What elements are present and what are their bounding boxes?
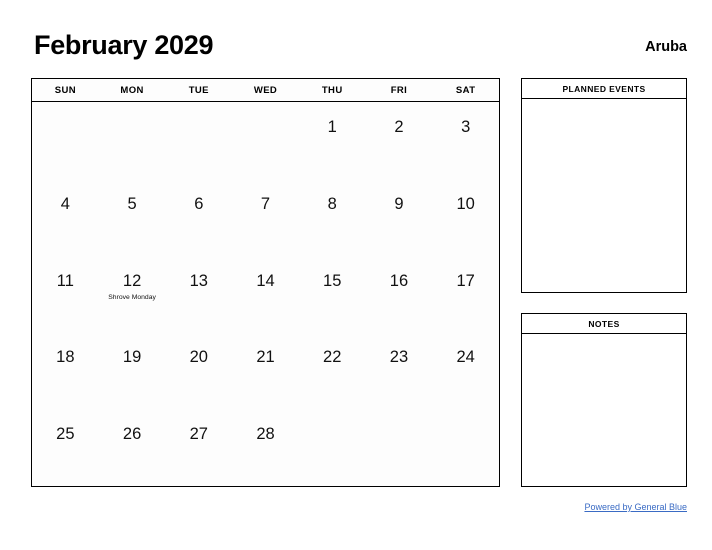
day-cell-empty: [432, 409, 499, 486]
day-number: 2: [394, 118, 404, 136]
day-number: 20: [189, 348, 208, 367]
calendar-week-row: 1 2 3: [32, 102, 499, 179]
weekday-header-sat: SAT: [455, 84, 476, 96]
weekday-header-fri: FRI: [390, 84, 408, 96]
day-cell[interactable]: 3: [432, 102, 499, 179]
day-number: 16: [389, 271, 409, 290]
planned-events-panel: PLANNED EVENTS: [521, 78, 687, 293]
calendar-week-row: 18 19 20 21 22 23 24: [32, 332, 499, 409]
day-number: 23: [389, 348, 409, 367]
weekday-header-wed: WED: [253, 84, 278, 96]
calendar-week-row: 4 5 6 7 8 9 10: [32, 179, 499, 256]
day-cell-empty: [99, 102, 166, 179]
day-number: 15: [323, 271, 342, 290]
page-title: February 2029: [34, 30, 214, 60]
weekday-header-thu: THU: [321, 84, 343, 96]
day-cell[interactable]: 23: [366, 332, 433, 409]
day-cell[interactable]: 21: [232, 332, 299, 409]
day-cell[interactable]: 11: [32, 256, 99, 333]
day-number: 21: [256, 348, 275, 367]
calendar-weeks: 1 2 3 4 5 6 7 8 9 10 11 12 Shrove Monday 13 14 15 16 17 18…: [32, 102, 499, 486]
weekday-header-tue: TUE: [188, 84, 209, 96]
day-cell-empty: [232, 102, 299, 179]
day-cell-empty: [299, 409, 366, 486]
day-cell[interactable]: 27: [165, 409, 232, 486]
day-cell-empty: [165, 102, 232, 179]
day-cell[interactable]: 4: [32, 179, 99, 256]
day-number: 22: [323, 348, 342, 367]
day-cell[interactable]: 5: [99, 179, 166, 256]
day-number: 27: [189, 425, 208, 444]
day-cell[interactable]: 16: [366, 256, 433, 333]
page-footer: Powered by General Blue: [31, 497, 687, 515]
day-cell[interactable]: 26: [99, 409, 166, 486]
notes-panel: NOTES: [521, 313, 687, 487]
day-cell[interactable]: 6: [165, 179, 232, 256]
day-number: 8: [327, 194, 337, 213]
day-number: 9: [394, 194, 404, 213]
weekday-header-row: SUN MON TUE WED THU FRI SAT: [32, 79, 499, 102]
day-cell[interactable]: 19: [99, 332, 166, 409]
day-event-label: Shrove Monday: [108, 294, 156, 302]
planned-events-title: PLANNED EVENTS: [522, 79, 686, 99]
day-number: 25: [56, 425, 75, 444]
day-number: 18: [56, 348, 75, 367]
day-number: 28: [256, 425, 275, 444]
weekday-header-sun: SUN: [54, 84, 76, 96]
day-number: 19: [122, 348, 142, 367]
day-number: 7: [260, 194, 271, 213]
country-label: Aruba: [645, 39, 687, 55]
day-cell[interactable]: 28: [232, 409, 299, 486]
day-cell[interactable]: 24: [432, 332, 499, 409]
day-number: 26: [122, 425, 142, 444]
day-cell-empty: [366, 409, 433, 486]
day-cell[interactable]: 10: [432, 179, 499, 256]
day-cell[interactable]: 1: [299, 102, 366, 179]
day-cell[interactable]: 25: [32, 409, 99, 486]
day-cell[interactable]: 8: [299, 179, 366, 256]
day-cell[interactable]: 2: [366, 102, 433, 179]
notes-body[interactable]: [522, 334, 686, 486]
day-number: 4: [60, 194, 70, 213]
day-number: 24: [456, 348, 475, 367]
calendar-week-row: 25 26 27 28: [32, 409, 499, 486]
planned-events-body[interactable]: [522, 99, 686, 292]
calendar-grid: SUN MON TUE WED THU FRI SAT 1 2 3 4 5 6 7 8 9 10 11 12 Shr…: [31, 78, 500, 487]
day-number: 10: [456, 194, 475, 213]
day-cell[interactable]: 9: [366, 179, 433, 256]
day-number: 13: [189, 271, 208, 290]
calendar-week-row: 11 12 Shrove Monday 13 14 15 16 17: [32, 256, 499, 333]
powered-by-link[interactable]: Powered by General Blue: [584, 502, 687, 512]
day-number: 5: [127, 194, 137, 213]
day-number: 1: [327, 118, 337, 136]
page-header: February 2029 Aruba: [31, 30, 687, 70]
day-cell-empty: [32, 102, 99, 179]
day-cell[interactable]: 7: [232, 179, 299, 256]
notes-title: NOTES: [522, 314, 686, 334]
day-cell[interactable]: 17: [432, 256, 499, 333]
day-cell[interactable]: 12 Shrove Monday: [99, 256, 166, 333]
day-number: 12: [122, 271, 142, 290]
day-number: 14: [256, 271, 275, 290]
day-cell[interactable]: 18: [32, 332, 99, 409]
day-number: 3: [461, 118, 471, 136]
day-cell[interactable]: 15: [299, 256, 366, 333]
day-number: 11: [56, 271, 74, 290]
day-cell[interactable]: 14: [232, 256, 299, 333]
day-number: 17: [456, 271, 475, 290]
day-cell[interactable]: 22: [299, 332, 366, 409]
day-cell[interactable]: 13: [165, 256, 232, 333]
weekday-header-mon: MON: [120, 84, 144, 96]
day-cell[interactable]: 20: [165, 332, 232, 409]
day-number: 6: [194, 194, 204, 213]
